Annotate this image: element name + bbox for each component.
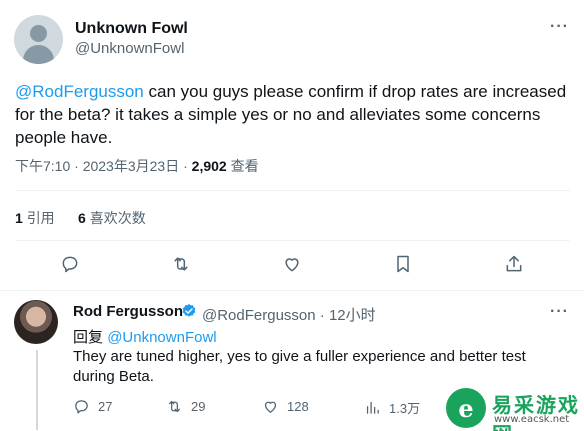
- tweet-meta: 下午7:10 · 2023年3月23日 · 2,902 查看: [15, 158, 259, 174]
- retweet-button[interactable]: [164, 247, 198, 281]
- tweet-text: @RodFergusson can you guys please confir…: [15, 80, 570, 149]
- likes-label: 喜欢次数: [89, 210, 146, 226]
- reply-reply-button[interactable]: 27: [73, 398, 112, 415]
- more-horizontal-icon[interactable]: ···: [550, 303, 569, 321]
- like-icon: [264, 401, 277, 413]
- like-button[interactable]: [275, 247, 309, 281]
- share-button[interactable]: [497, 247, 531, 281]
- reply-meta: @RodFergusson · 12小时: [202, 307, 376, 324]
- reply-icon: [62, 256, 78, 273]
- reply-like-button[interactable]: 128: [262, 398, 309, 415]
- quotes-label: 引用: [26, 210, 55, 226]
- reply-retweet-button[interactable]: 29: [166, 398, 205, 415]
- reply-text: They are tuned higher, yes to give a ful…: [73, 348, 526, 385]
- author-handle[interactable]: @UnknownFowl: [75, 40, 184, 57]
- likes-count: 6: [78, 210, 86, 226]
- retweet-icon: [174, 257, 188, 271]
- reply-author-handle[interactable]: @RodFergusson: [202, 307, 316, 324]
- reply-time[interactable]: 12小时: [329, 307, 376, 324]
- more-horizontal-icon[interactable]: ···: [550, 18, 569, 36]
- mention-link[interactable]: @RodFergusson: [15, 82, 144, 101]
- tweet-stats: 1 引用 6 喜欢次数: [15, 208, 146, 228]
- watermark-logo: e: [446, 388, 486, 428]
- like-count: 128: [287, 399, 309, 414]
- quotes-count: 1: [15, 210, 23, 226]
- views-count: 1.3万: [389, 401, 421, 416]
- reply-avatar[interactable]: [14, 300, 58, 344]
- retweet-count: 29: [191, 399, 206, 414]
- watermark-logo-letter: e: [458, 393, 474, 423]
- reply-button[interactable]: [53, 247, 87, 281]
- avatar[interactable]: [14, 15, 63, 64]
- bookmark-icon: [397, 255, 409, 273]
- tweet-date[interactable]: 2023年3月23日: [83, 158, 180, 174]
- thread-line: [36, 350, 38, 430]
- quotes-stat[interactable]: 1 引用: [15, 210, 55, 226]
- views-icon: [366, 401, 379, 414]
- bookmark-button[interactable]: [386, 247, 420, 281]
- divider: [15, 190, 570, 191]
- views-label: 查看: [230, 158, 259, 174]
- likes-stat[interactable]: 6 喜欢次数: [78, 210, 146, 226]
- tweet-time[interactable]: 下午7:10: [15, 158, 70, 174]
- watermark-url: www.eacsk.net: [494, 414, 570, 425]
- retweet-icon: [168, 400, 181, 413]
- divider: [15, 240, 570, 241]
- divider: [0, 290, 584, 291]
- views-count: 2,902: [191, 158, 227, 174]
- reply-count: 27: [98, 399, 113, 414]
- reply-author-name[interactable]: Rod Fergusson: [73, 303, 183, 320]
- replying-to-link[interactable]: @UnknownFowl: [107, 329, 216, 346]
- share-icon: [506, 255, 522, 272]
- replying-prefix: 回复: [73, 329, 104, 346]
- replying-to: 回复 @UnknownFowl: [73, 326, 217, 347]
- reply-views-button[interactable]: 1.3万: [364, 398, 420, 417]
- author-name[interactable]: Unknown Fowl: [75, 20, 188, 38]
- reply-icon: [75, 400, 88, 414]
- like-icon: [285, 258, 299, 272]
- verified-badge-icon: [182, 304, 196, 317]
